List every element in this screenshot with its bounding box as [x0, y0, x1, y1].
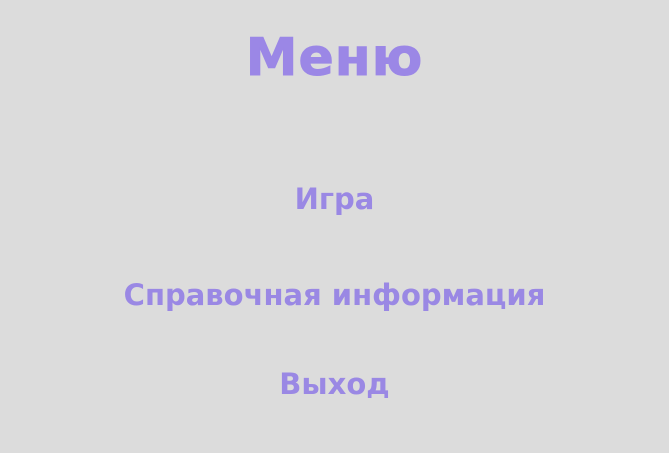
menu-item-exit[interactable]: Выход: [0, 364, 669, 404]
menu-title: Меню: [245, 28, 424, 89]
menu-item-help[interactable]: Справочная информация: [0, 275, 669, 315]
menu-item-play[interactable]: Игра: [0, 179, 669, 219]
main-menu-screen: Меню Игра Справочная информация Выход: [0, 0, 669, 453]
